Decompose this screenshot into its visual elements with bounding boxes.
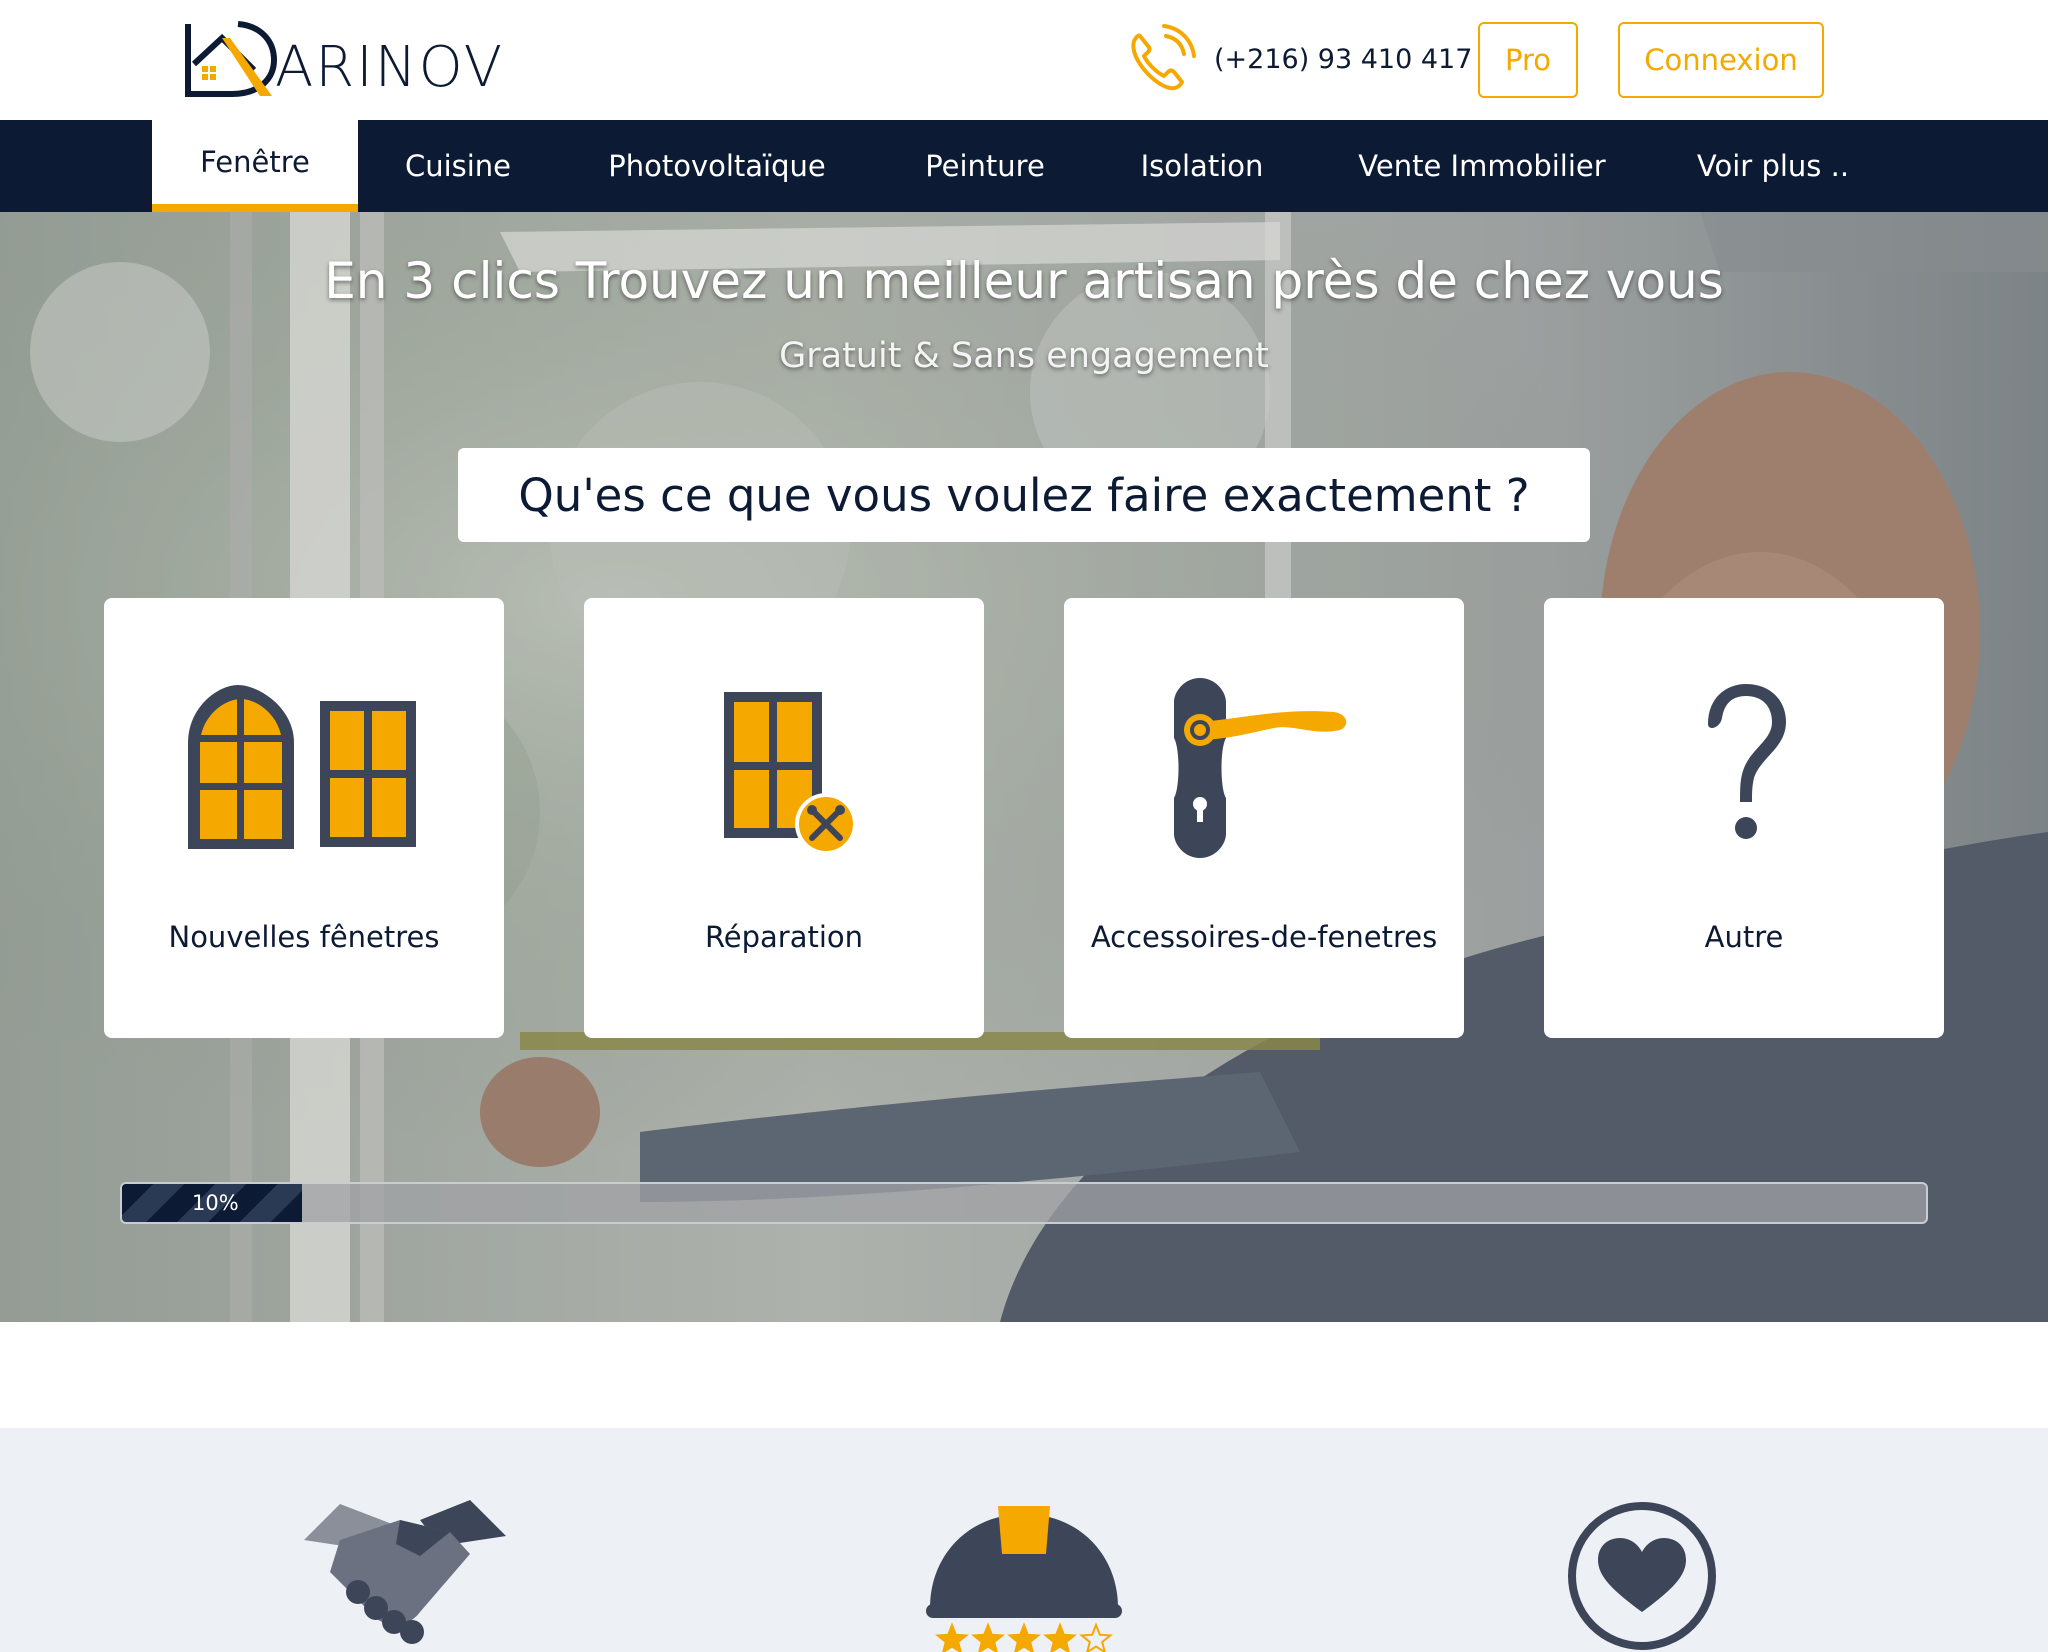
hero-title: En 3 clics Trouvez un meilleur artisan p… <box>324 252 1724 310</box>
star-filled-icon <box>1007 1622 1041 1652</box>
nav-item-vente-immobilier[interactable]: Vente Immobilier <box>1340 120 1624 212</box>
option-label: Nouvelles fênetres <box>168 920 440 954</box>
star-filled-icon <box>971 1622 1005 1652</box>
option-card-autre[interactable]: Autre <box>1544 598 1944 1038</box>
nav-item-voir-plus[interactable]: Voir plus .. <box>1680 120 1866 212</box>
phone-icon <box>1131 24 1196 91</box>
logo[interactable]: ARINOV <box>182 20 562 100</box>
helmet-rating-icon <box>926 1506 1122 1652</box>
star-filled-icon <box>1043 1622 1077 1652</box>
nav-item-fenetre[interactable]: Fenêtre <box>152 120 358 212</box>
option-label: Accessoires-de-fenetres <box>1090 920 1438 954</box>
phone-number: (+216) 93 410 417 <box>1214 43 1473 75</box>
nav-item-photovoltaique[interactable]: Photovoltaïque <box>586 120 848 212</box>
hero-subtitle: Gratuit & Sans engagement <box>779 336 1269 376</box>
option-label: Réparation <box>704 920 864 954</box>
progress-bar: 10% <box>120 1182 1928 1224</box>
pro-button[interactable]: Pro <box>1478 22 1578 98</box>
nav-item-cuisine[interactable]: Cuisine <box>380 120 536 212</box>
option-label: Autre <box>1704 920 1784 954</box>
nav-item-isolation[interactable]: Isolation <box>1120 120 1284 212</box>
handshake-icon <box>304 1500 506 1644</box>
logo-mark-icon <box>185 21 278 97</box>
windows-icon <box>188 685 416 849</box>
logo-text: ARINOV <box>275 35 505 100</box>
login-button[interactable]: Connexion <box>1618 22 1824 98</box>
category-nav: Fenêtre Cuisine Photovoltaïque Peinture … <box>0 120 2048 212</box>
question-heading: Qu'es ce que vous voulez faire exactemen… <box>458 448 1590 542</box>
option-card-accessoires[interactable]: Accessoires-de-fenetres <box>1064 598 1464 1038</box>
window-repair-icon <box>724 692 857 855</box>
heart-icon <box>1568 1502 1716 1650</box>
nav-item-peinture[interactable]: Peinture <box>896 120 1074 212</box>
star-empty-icon <box>1079 1622 1113 1652</box>
door-handle-icon <box>1174 678 1347 858</box>
star-filled-icon <box>935 1622 969 1652</box>
phone-contact[interactable]: (+216) 93 410 417 <box>1122 22 1472 96</box>
question-mark-icon <box>1708 684 1786 839</box>
features-section <box>0 1428 2048 1652</box>
option-card-nouvelles-fenetres[interactable]: Nouvelles fênetres <box>104 598 504 1038</box>
progress-label: 10% <box>192 1191 239 1215</box>
site-header: ARINOV (+216) 93 410 417 Pro Connexion <box>0 0 2048 120</box>
hero-section: En 3 clics Trouvez un meilleur artisan p… <box>0 212 2048 1322</box>
rating-stars <box>935 1622 1113 1652</box>
option-card-reparation[interactable]: Réparation <box>584 598 984 1038</box>
